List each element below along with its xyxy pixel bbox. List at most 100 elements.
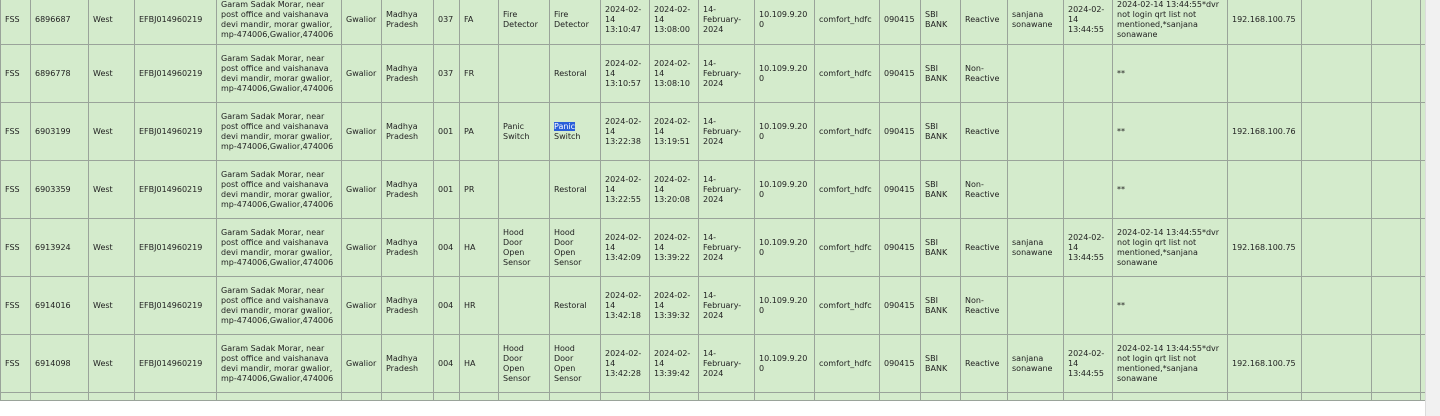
cell-dvr-ip: 192.168.100.75 — [1227, 334, 1302, 393]
cell-type: FSS — [0, 160, 31, 219]
cell-address: Garam Sadak Morar, near post office and … — [216, 160, 342, 219]
cell-empty — [1371, 160, 1421, 219]
cell-status: Non-Reactive — [960, 44, 1008, 103]
cell-type: FSS — [0, 334, 31, 393]
cell-operator: sanjana sonawane — [1007, 334, 1064, 393]
cell-address: Garam Sadak Morar, near post office and … — [216, 0, 342, 45]
cell-code: PA — [459, 102, 499, 161]
cell-operator — [1007, 102, 1064, 161]
cell-zone: West — [88, 102, 135, 161]
cell-site: comfort_hdfc — [814, 276, 880, 335]
cell-state: Madhya Pradesh — [381, 276, 434, 335]
cell-city: Gwalior — [341, 276, 382, 335]
cell-id: 6914016 — [30, 276, 89, 335]
table-row[interactable]: FSS 6914016 West EFBJ014960219 Garam Sadak M… — [0, 276, 1440, 335]
cell-dvr-ip — [1227, 160, 1302, 219]
cell-id — [30, 392, 89, 401]
cell-description: Hood Door Open Sensor — [549, 334, 601, 393]
cell-alert-time: 2024-02-14 13:10:57 — [600, 44, 650, 103]
vertical-scrollbar[interactable] — [1425, 0, 1440, 416]
table-row[interactable]: FSS 6903199 West EFBJ014960219 Garam Sadak M… — [0, 102, 1440, 161]
cell-ip — [754, 392, 815, 401]
cell-operator: sanjana sonawane — [1007, 0, 1064, 45]
cell-status: Reactive — [960, 0, 1008, 45]
cell-code: HR — [459, 276, 499, 335]
cell-state: Madhya Pradesh — [381, 0, 434, 45]
cell-panel-time: 2024-02-14 13:39:42 — [649, 334, 699, 393]
cell-status: Non-Reactive — [960, 160, 1008, 219]
cell-alert-time: 2024-02-14 13:42:18 — [600, 276, 650, 335]
table-row[interactable]: FSS 6913924 West EFBJ014960219 Garam Sadak M… — [0, 218, 1440, 277]
cell-date: 14-February-2024 — [698, 102, 755, 161]
cell-atm-id: EFBJ014960219 — [134, 102, 217, 161]
cell-pin: 090415 — [879, 276, 921, 335]
cell-bank: SBI BANK — [920, 0, 961, 45]
cell-remarks: ** — [1112, 44, 1228, 103]
cell-status — [960, 392, 1008, 401]
cell-empty — [1371, 218, 1421, 277]
cell-alert: Panic Switch — [498, 102, 550, 161]
cell-zone: West — [88, 44, 135, 103]
cell-dvr-ip — [1227, 276, 1302, 335]
cell-type: FSS — [0, 44, 31, 103]
cell-empty — [1301, 334, 1372, 393]
cell-city — [341, 392, 382, 401]
cell-type — [0, 392, 31, 401]
cell-site: comfort_hdfc — [814, 0, 880, 45]
table-row[interactable]: FSS 6903359 West EFBJ014960219 Garam Sadak M… — [0, 160, 1440, 219]
cell-dvr-ip: 192.168.100.75 — [1227, 218, 1302, 277]
cell-empty — [1301, 160, 1372, 219]
cell-city: Gwalior — [341, 334, 382, 393]
table-row[interactable]: FSS 6896687 West EFBJ014960219 Garam Sadak M… — [0, 0, 1440, 45]
cell-zone: West — [88, 218, 135, 277]
cell-zone: West — [88, 276, 135, 335]
cell-closed-time — [1063, 44, 1113, 103]
cell-id: 6903359 — [30, 160, 89, 219]
cell-atm-id: EFBJ014960219 — [134, 276, 217, 335]
table-row[interactable]: FSS 6896778 West EFBJ014960219 Garam Sadak M… — [0, 44, 1440, 103]
cell-alert: Hood Door Open Sensor — [498, 218, 550, 277]
cell-type: FSS — [0, 102, 31, 161]
cell-ip: 10.109.9.200 — [754, 276, 815, 335]
cell-site: comfort_hdfc — [814, 102, 880, 161]
cell-type: FSS — [0, 0, 31, 45]
cell-zone: West — [88, 160, 135, 219]
cell-empty — [1371, 0, 1421, 45]
cell-city: Gwalior — [341, 102, 382, 161]
alerts-table-wrapper: FSS 6896687 West EFBJ014960219 Garam Sadak M… — [0, 0, 1440, 401]
cell-state: Madhya Pradesh — [381, 160, 434, 219]
cell-empty — [1301, 0, 1372, 45]
cell-atm-id: EFBJ014960219 — [134, 160, 217, 219]
cell-state: Madhya Pradesh — [381, 44, 434, 103]
cell-alert: Hood Door Open Sensor — [498, 334, 550, 393]
table-row[interactable]: FSS 6914098 West EFBJ014960219 Garam Sadak M… — [0, 334, 1440, 393]
cell-city: Gwalior — [341, 218, 382, 277]
cell-remarks: 2024-02-14 13:44:55*dvr not login qrt li… — [1112, 218, 1228, 277]
cell-address: Garam Sadak Morar, near post office and … — [216, 334, 342, 393]
cell-zone — [88, 392, 135, 401]
cell-pin: 090415 — [879, 218, 921, 277]
cell-pin: 090415 — [879, 44, 921, 103]
cell-zone-no: 037 — [433, 44, 460, 103]
cell-date: 14-February-2024 — [698, 160, 755, 219]
cell-ip: 10.109.9.200 — [754, 334, 815, 393]
cell-atm-id — [134, 392, 217, 401]
cell-empty — [1301, 218, 1372, 277]
table-row-partial[interactable] — [0, 392, 1440, 401]
cell-bank: SBI BANK — [920, 218, 961, 277]
cell-state: Madhya Pradesh — [381, 102, 434, 161]
cell-description: Restoral — [549, 44, 601, 103]
cell-alert — [498, 276, 550, 335]
cell-ip: 10.109.9.200 — [754, 160, 815, 219]
cell-zone-no: 037 — [433, 0, 460, 45]
cell-panel-time: 2024-02-14 13:20:08 — [649, 160, 699, 219]
cell-date: 14-February-2024 — [698, 0, 755, 45]
cell-empty — [1371, 102, 1421, 161]
cell-panel-time: 2024-02-14 13:39:32 — [649, 276, 699, 335]
cell-description: Restoral — [549, 160, 601, 219]
cell-atm-id: EFBJ014960219 — [134, 218, 217, 277]
cell-closed-time — [1063, 102, 1113, 161]
cell-pin: 090415 — [879, 0, 921, 45]
cell-operator: sanjana sonawane — [1007, 218, 1064, 277]
cell-alert-time — [600, 392, 650, 401]
